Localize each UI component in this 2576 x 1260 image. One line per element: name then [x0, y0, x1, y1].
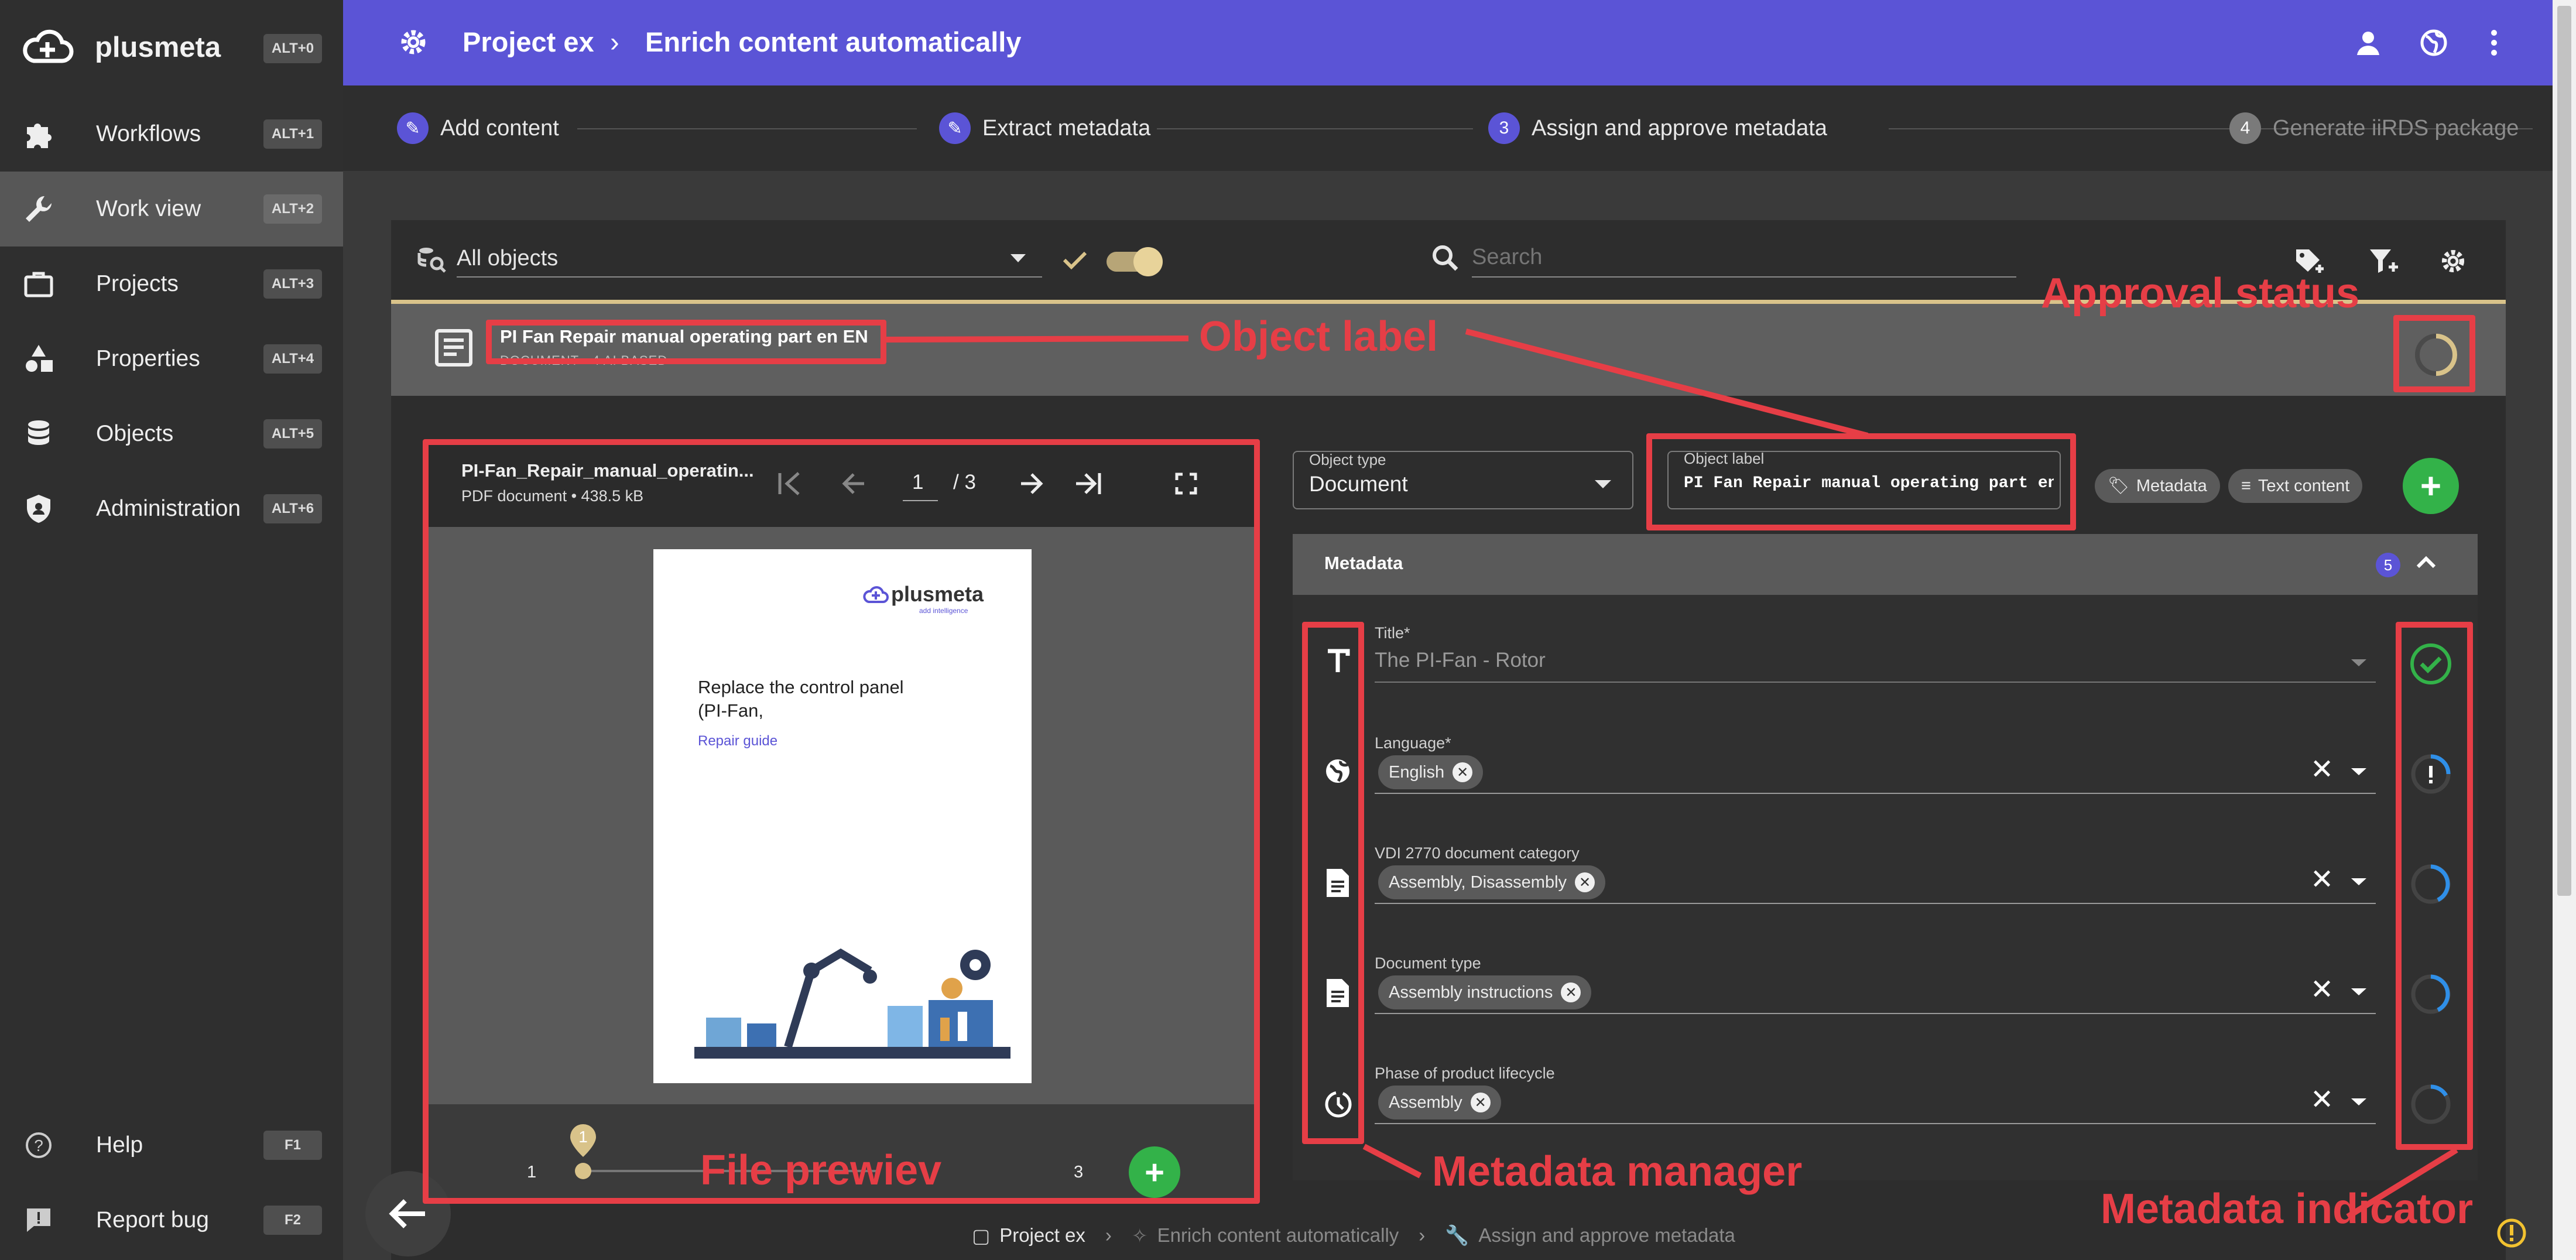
annotation-metadata-indicator: Metadata indicator	[2101, 1186, 2474, 1232]
annotation-approval-status: Approval status	[2041, 270, 2360, 317]
annotation-connectors	[886, 328, 2458, 1220]
annotation-metadata-manager: Metadata manager	[1432, 1148, 1803, 1195]
annotation-file-preview: File prewiev	[700, 1147, 942, 1194]
annotation-object-label: Object label	[1199, 313, 1438, 360]
